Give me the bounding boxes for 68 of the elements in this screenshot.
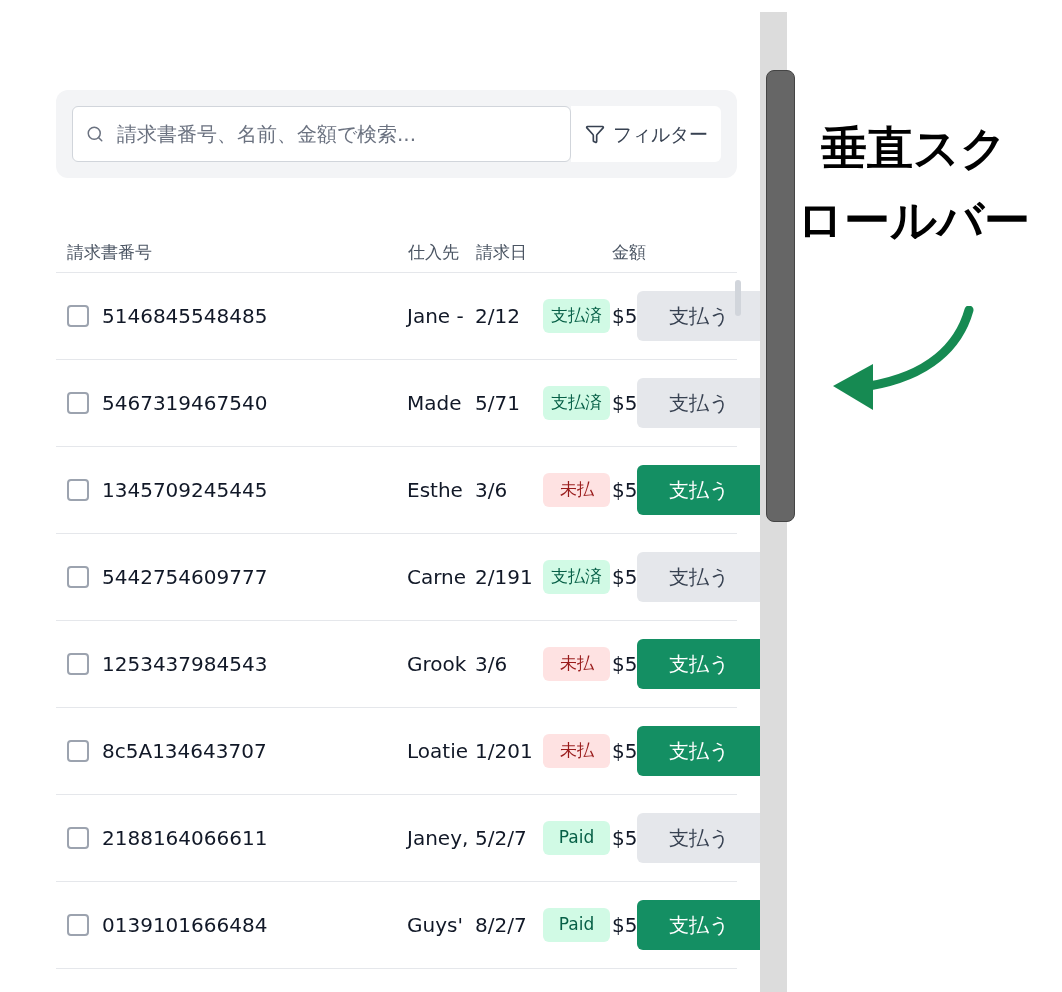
- invoice-number: 5467319467540: [102, 390, 269, 417]
- amount: $5: [612, 738, 637, 765]
- pay-button[interactable]: 支払う: [637, 465, 760, 515]
- vendor-name: Loatie: [407, 738, 469, 765]
- vendor-name: Esthe: [407, 477, 464, 504]
- row-checkbox[interactable]: [67, 827, 89, 849]
- status-badge: Paid: [543, 821, 610, 855]
- invoice-date: 1/201: [475, 738, 534, 765]
- invoice-date: 3/6: [475, 477, 509, 504]
- row-checkbox[interactable]: [67, 740, 89, 762]
- amount: $5: [612, 564, 637, 591]
- column-header: 仕入先: [408, 241, 460, 265]
- invoice-date: 5/71: [475, 390, 521, 417]
- pay-button[interactable]: 支払う: [637, 813, 760, 863]
- invoice-date: 8/2/7: [475, 912, 528, 939]
- search-icon: [86, 125, 104, 143]
- status-badge: 支払済: [543, 299, 610, 333]
- row-checkbox[interactable]: [67, 914, 89, 936]
- status-badge: Paid: [543, 908, 610, 942]
- column-header: 請求書番号: [67, 241, 153, 265]
- invoice-number: 2188164066611: [102, 825, 269, 852]
- amount: $5: [612, 477, 637, 504]
- vendor-name: Guys': [407, 912, 464, 939]
- annotation-label: 垂直スク: [820, 120, 1007, 177]
- filter-button[interactable]: フィルター: [571, 106, 721, 162]
- vendor-name: Jane -: [407, 303, 465, 330]
- pay-button[interactable]: 支払う: [637, 900, 760, 950]
- amount: $5: [612, 912, 637, 939]
- vendor-name: Carne: [407, 564, 468, 591]
- pay-button[interactable]: 支払う: [637, 726, 760, 776]
- status-badge: 支払済: [543, 560, 610, 594]
- invoice-date: 3/6: [475, 651, 509, 678]
- invoice-number: 1253437984543: [102, 651, 269, 678]
- invoice-number: 0139101666484: [102, 912, 269, 939]
- invoice-date: 2/12: [475, 303, 521, 330]
- pay-button[interactable]: 支払う: [637, 291, 760, 341]
- search-field[interactable]: 請求書番号、名前、金額で検索...: [72, 106, 571, 162]
- pay-button[interactable]: 支払う: [637, 552, 760, 602]
- status-badge: 未払: [543, 734, 610, 768]
- row-checkbox[interactable]: [67, 305, 89, 327]
- amount: $5: [612, 390, 637, 417]
- annotation-label: ロールバー: [797, 192, 1030, 249]
- column-header: 請求日: [476, 241, 528, 265]
- status-badge: 未払: [543, 647, 610, 681]
- row-checkbox[interactable]: [67, 566, 89, 588]
- invoice-number: 5146845548485: [102, 303, 269, 330]
- status-badge: 支払済: [543, 386, 610, 420]
- invoice-number: 8c5A134643707: [102, 738, 268, 765]
- amount: $5: [612, 651, 637, 678]
- column-header: 金額: [612, 241, 646, 265]
- status-badge: 未払: [543, 473, 610, 507]
- row-checkbox[interactable]: [67, 392, 89, 414]
- invoice-date: 2/191: [475, 564, 534, 591]
- amount: $5: [612, 303, 637, 330]
- vendor-name: Grook: [407, 651, 468, 678]
- invoice-number: 5442754609777: [102, 564, 269, 591]
- row-checkbox[interactable]: [67, 479, 89, 501]
- inner-scrollbar-thumb[interactable]: [735, 280, 741, 316]
- pay-button[interactable]: 支払う: [637, 378, 760, 428]
- invoice-date: 5/2/7: [475, 825, 528, 852]
- scrollbar-thumb[interactable]: [766, 70, 795, 522]
- pay-button[interactable]: 支払う: [637, 639, 760, 689]
- filter-icon: [584, 124, 605, 144]
- vendor-name: Made: [407, 390, 463, 417]
- amount: $5: [612, 825, 637, 852]
- row-checkbox[interactable]: [67, 653, 89, 675]
- vendor-name: Janey,: [407, 825, 470, 852]
- invoice-number: 1345709245445: [102, 477, 269, 504]
